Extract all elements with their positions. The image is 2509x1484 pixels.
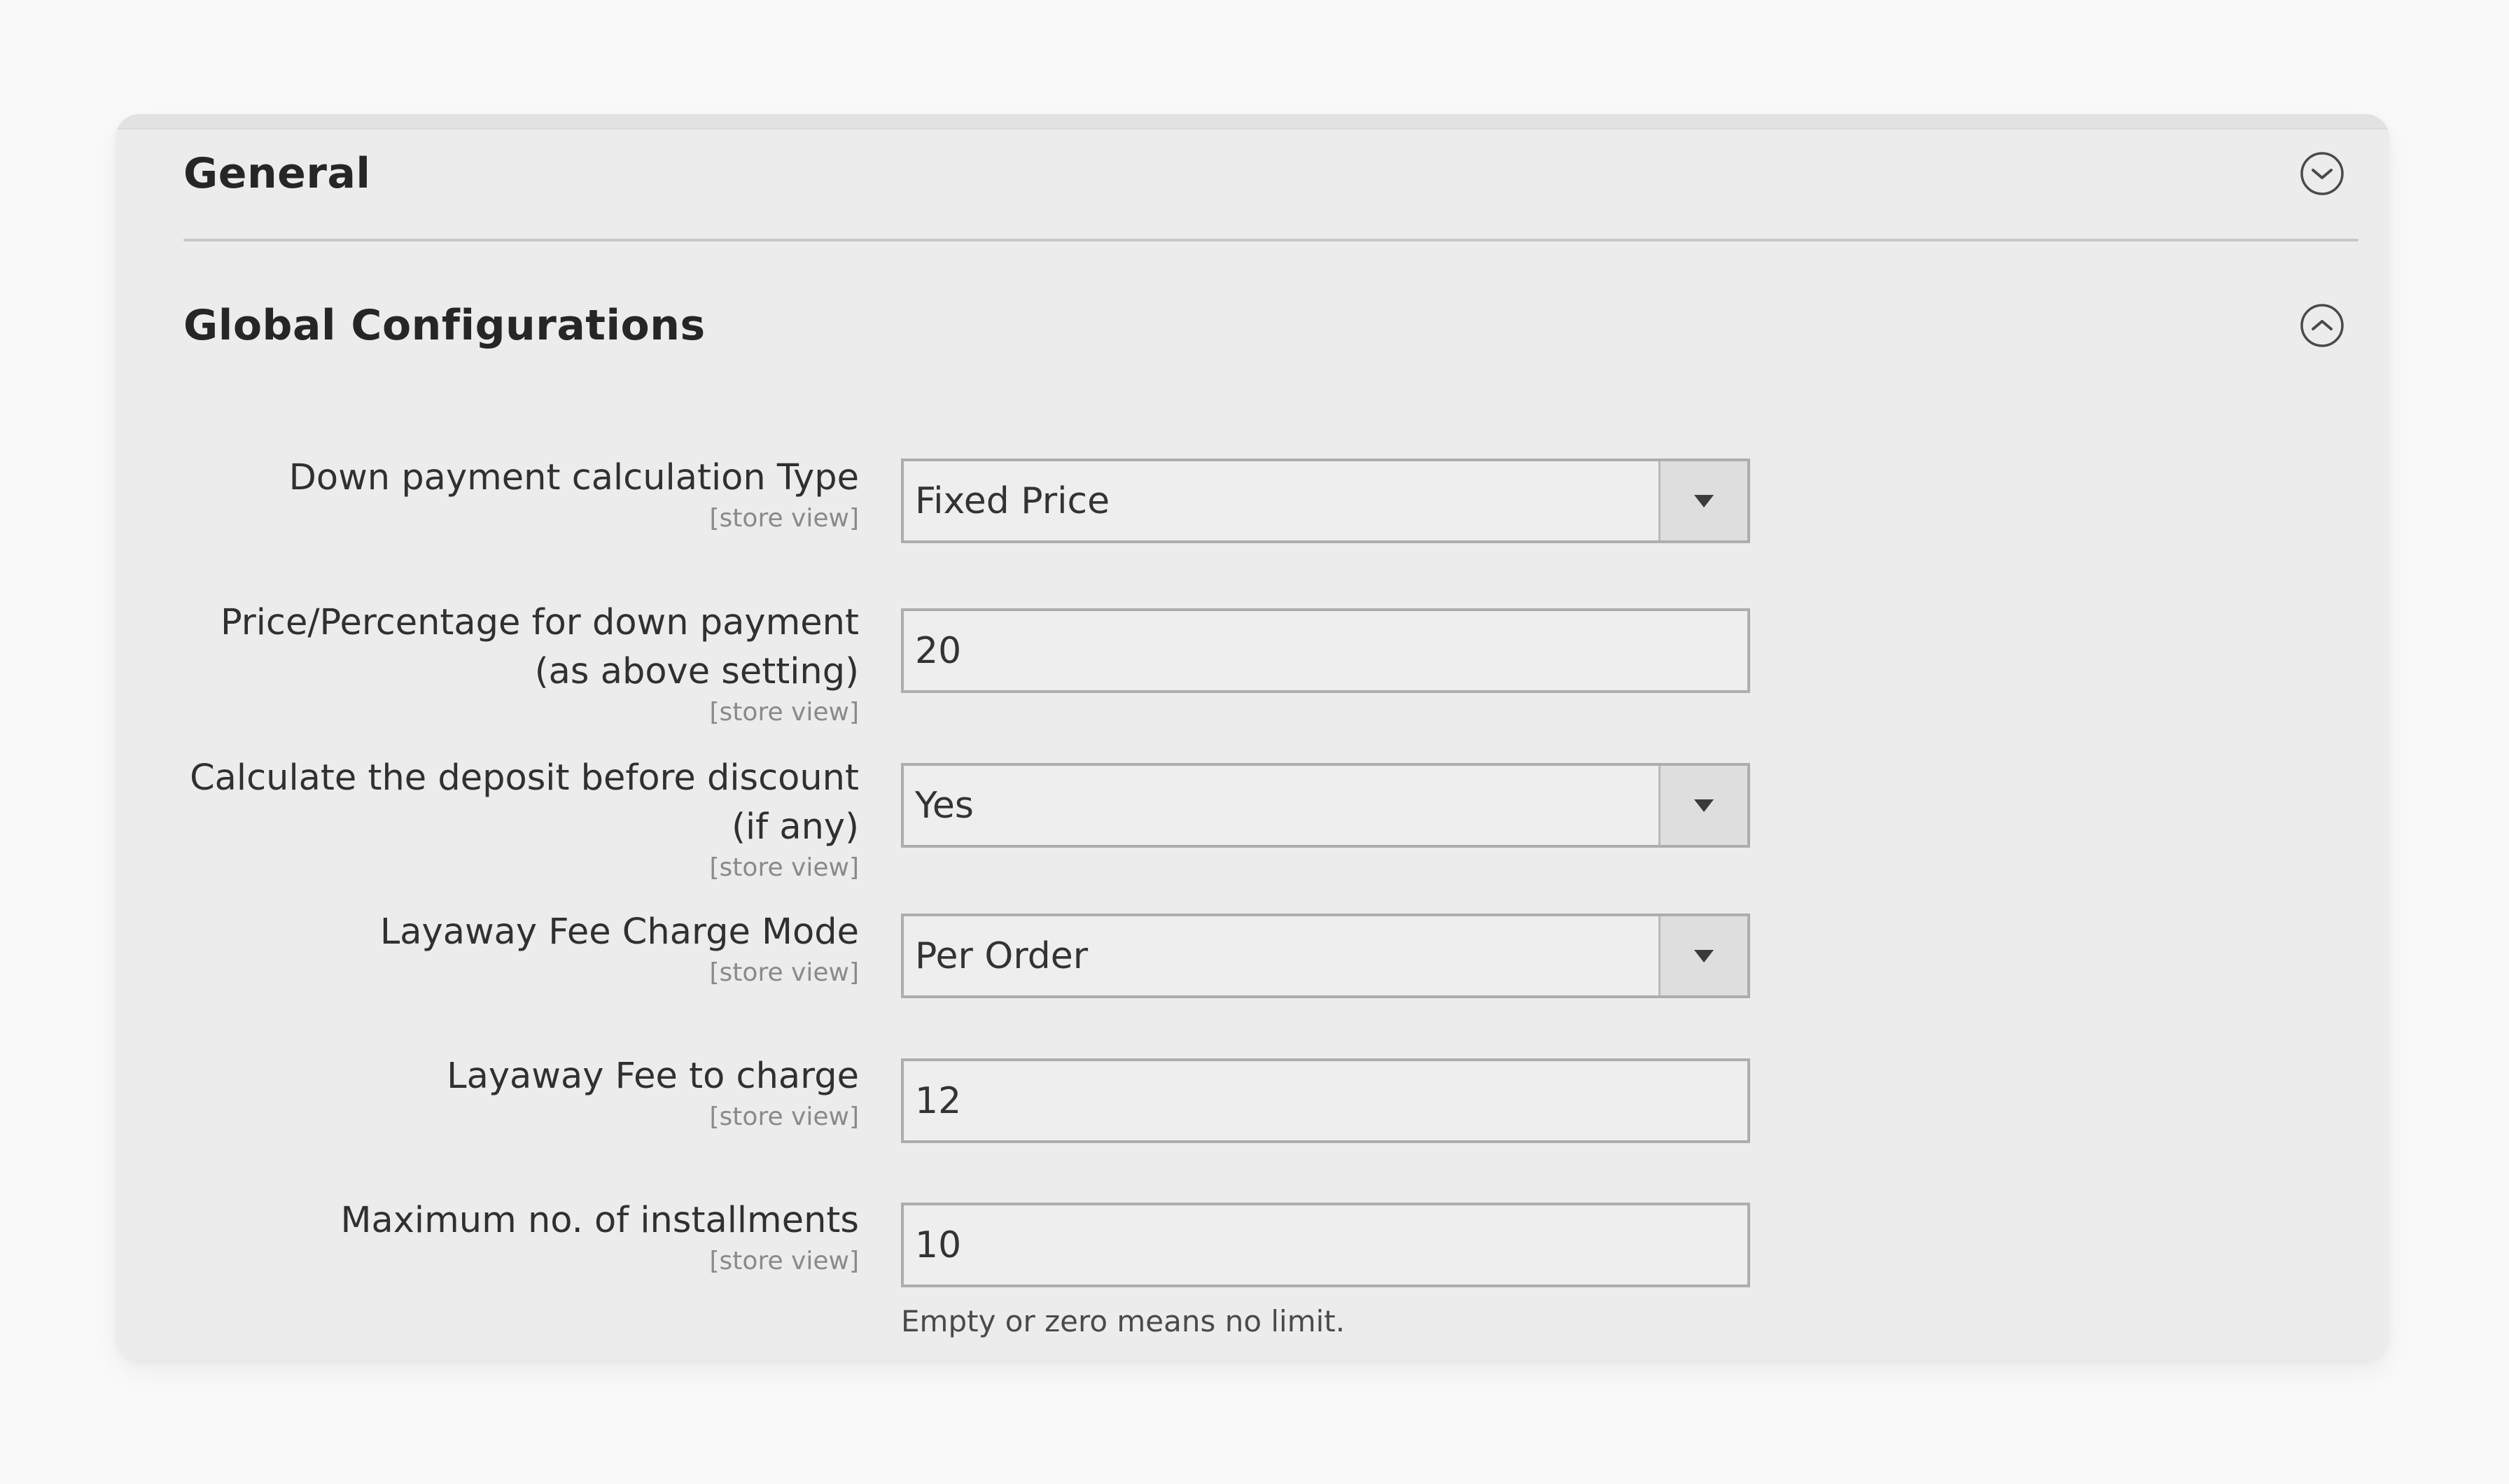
section-header-general[interactable]: General (183, 142, 2357, 205)
down-payment-type-select[interactable]: Fixed Price (901, 458, 1750, 543)
field-label: Calculate the deposit before discount (i… (183, 754, 859, 884)
select-toggle-button[interactable] (1658, 461, 1747, 540)
section-divider (183, 239, 2358, 241)
input-value: 20 (915, 629, 962, 672)
input-value: 12 (915, 1079, 962, 1122)
select-value: Per Order (915, 934, 1089, 977)
scope-label: [store view] (709, 504, 860, 533)
fee-charge-mode-select[interactable]: Per Order (901, 913, 1750, 998)
scope-label: [store view] (709, 853, 860, 882)
panel-top-band (116, 114, 2389, 130)
field-label: Layaway Fee to charge [store view] (183, 1052, 859, 1133)
select-toggle-button[interactable] (1658, 916, 1747, 995)
chevron-down-circle-icon[interactable] (2300, 151, 2344, 196)
input-value: 10 (915, 1224, 962, 1266)
select-value: Yes (915, 784, 974, 827)
deposit-before-discount-select[interactable]: Yes (901, 763, 1750, 848)
caret-down-icon (1694, 949, 1714, 962)
section-header-global-configurations[interactable]: Global Configurations (183, 294, 2357, 357)
section-title-general: General (183, 149, 371, 198)
select-toggle-button[interactable] (1658, 766, 1747, 845)
max-installments-input[interactable]: 10 (901, 1203, 1750, 1287)
caret-down-icon (1694, 494, 1714, 507)
section-title-global-configurations: Global Configurations (183, 301, 706, 350)
field-note: Empty or zero means no limit. (901, 1304, 1346, 1338)
field-label: Down payment calculation Type [store vie… (183, 454, 859, 535)
scope-label: [store view] (709, 1247, 860, 1275)
config-panel: General Global Configurations Down payme… (116, 114, 2389, 1360)
field-label: Layaway Fee Charge Mode [store view] (183, 908, 859, 989)
select-value: Fixed Price (915, 479, 1110, 522)
scope-label: [store view] (709, 1102, 860, 1131)
caret-down-icon (1694, 799, 1714, 812)
fee-amount-input[interactable]: 12 (901, 1058, 1750, 1143)
scope-label: [store view] (709, 958, 860, 987)
chevron-up-circle-icon[interactable] (2300, 303, 2344, 348)
field-label: Price/Percentage for down payment (as ab… (183, 598, 859, 729)
scope-label: [store view] (709, 698, 860, 727)
field-label: Maximum no. of installments [store view] (183, 1196, 859, 1278)
down-payment-amount-input[interactable]: 20 (901, 608, 1750, 693)
